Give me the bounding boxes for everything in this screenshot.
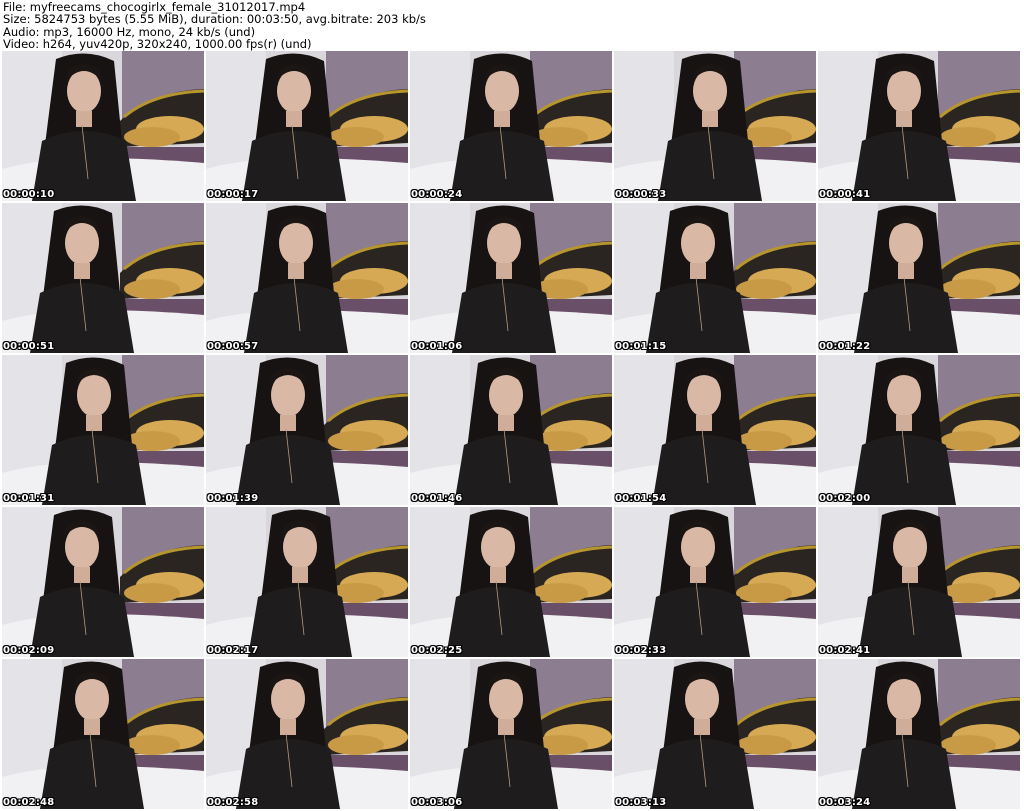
video-thumbnail: 00:02:17 — [206, 507, 408, 657]
video-thumbnail: 00:00:51 — [2, 203, 204, 353]
video-thumbnail: 00:02:48 — [2, 659, 204, 809]
video-thumbnail: 00:03:13 — [614, 659, 816, 809]
thumbnail-timestamp: 00:03:13 — [615, 797, 667, 808]
video-thumbnail: 00:00:33 — [614, 51, 816, 201]
video-thumbnail: 00:03:06 — [410, 659, 612, 809]
thumbnail-timestamp: 00:00:51 — [3, 341, 55, 352]
video-thumbnail: 00:01:06 — [410, 203, 612, 353]
video-thumbnail: 00:00:17 — [206, 51, 408, 201]
video-thumbnail: 00:02:41 — [818, 507, 1020, 657]
thumbnail-timestamp: 00:02:17 — [207, 645, 259, 656]
thumbnail-timestamp: 00:01:54 — [615, 493, 667, 504]
thumbnail-timestamp: 00:01:46 — [411, 493, 463, 504]
video-thumbnail: 00:02:00 — [818, 355, 1020, 505]
video-thumbnail: 00:01:31 — [2, 355, 204, 505]
video-thumbnail: 00:01:22 — [818, 203, 1020, 353]
thumbnail-timestamp: 00:01:22 — [819, 341, 871, 352]
thumbnail-timestamp: 00:01:31 — [3, 493, 55, 504]
thumbnail-timestamp: 00:02:00 — [819, 493, 871, 504]
video-thumbnail: 00:01:15 — [614, 203, 816, 353]
video-thumbnail: 00:00:10 — [2, 51, 204, 201]
thumbnail-timestamp: 00:01:15 — [615, 341, 667, 352]
thumbnail-timestamp: 00:02:09 — [3, 645, 55, 656]
thumbnail-timestamp: 00:02:25 — [411, 645, 463, 656]
thumbnail-timestamp: 00:00:10 — [3, 189, 55, 200]
file-size-line: Size: 5824753 bytes (5.55 MiB), duration… — [3, 12, 426, 27]
thumbnail-timestamp: 00:01:39 — [207, 493, 259, 504]
video-thumbnail: 00:00:57 — [206, 203, 408, 353]
file-info-header: File: myfreecams_chocogirlx_female_31012… — [3, 1, 426, 51]
thumbnail-timestamp: 00:00:33 — [615, 189, 667, 200]
thumbnail-timestamp: 00:00:24 — [411, 189, 463, 200]
thumbnail-timestamp: 00:00:41 — [819, 189, 871, 200]
thumbnail-timestamp: 00:03:06 — [411, 797, 463, 808]
thumbnail-timestamp: 00:02:41 — [819, 645, 871, 656]
thumbnail-timestamp: 00:00:17 — [207, 189, 259, 200]
video-thumbnail: 00:00:41 — [818, 51, 1020, 201]
video-thumbnail: 00:02:58 — [206, 659, 408, 809]
video-thumbnail: 00:00:24 — [410, 51, 612, 201]
thumbnail-timestamp: 00:02:58 — [207, 797, 259, 808]
thumbnail-grid: 00:00:10 00:00:17 00:00:24 00:00:33 00:0… — [2, 51, 1022, 811]
thumbnail-timestamp: 00:00:57 — [207, 341, 259, 352]
thumbnail-timestamp: 00:02:48 — [3, 797, 55, 808]
thumbnail-timestamp: 00:03:24 — [819, 797, 871, 808]
video-thumbnail: 00:01:46 — [410, 355, 612, 505]
video-thumbnail: 00:01:39 — [206, 355, 408, 505]
thumbnail-timestamp: 00:01:06 — [411, 341, 463, 352]
video-thumbnail: 00:01:54 — [614, 355, 816, 505]
video-thumbnail: 00:02:09 — [2, 507, 204, 657]
video-thumbnail: 00:03:24 — [818, 659, 1020, 809]
video-thumbnail: 00:02:25 — [410, 507, 612, 657]
video-thumbnail: 00:02:33 — [614, 507, 816, 657]
video-info-line: Video: h264, yuv420p, 320x240, 1000.00 f… — [3, 37, 312, 52]
thumbnail-timestamp: 00:02:33 — [615, 645, 667, 656]
